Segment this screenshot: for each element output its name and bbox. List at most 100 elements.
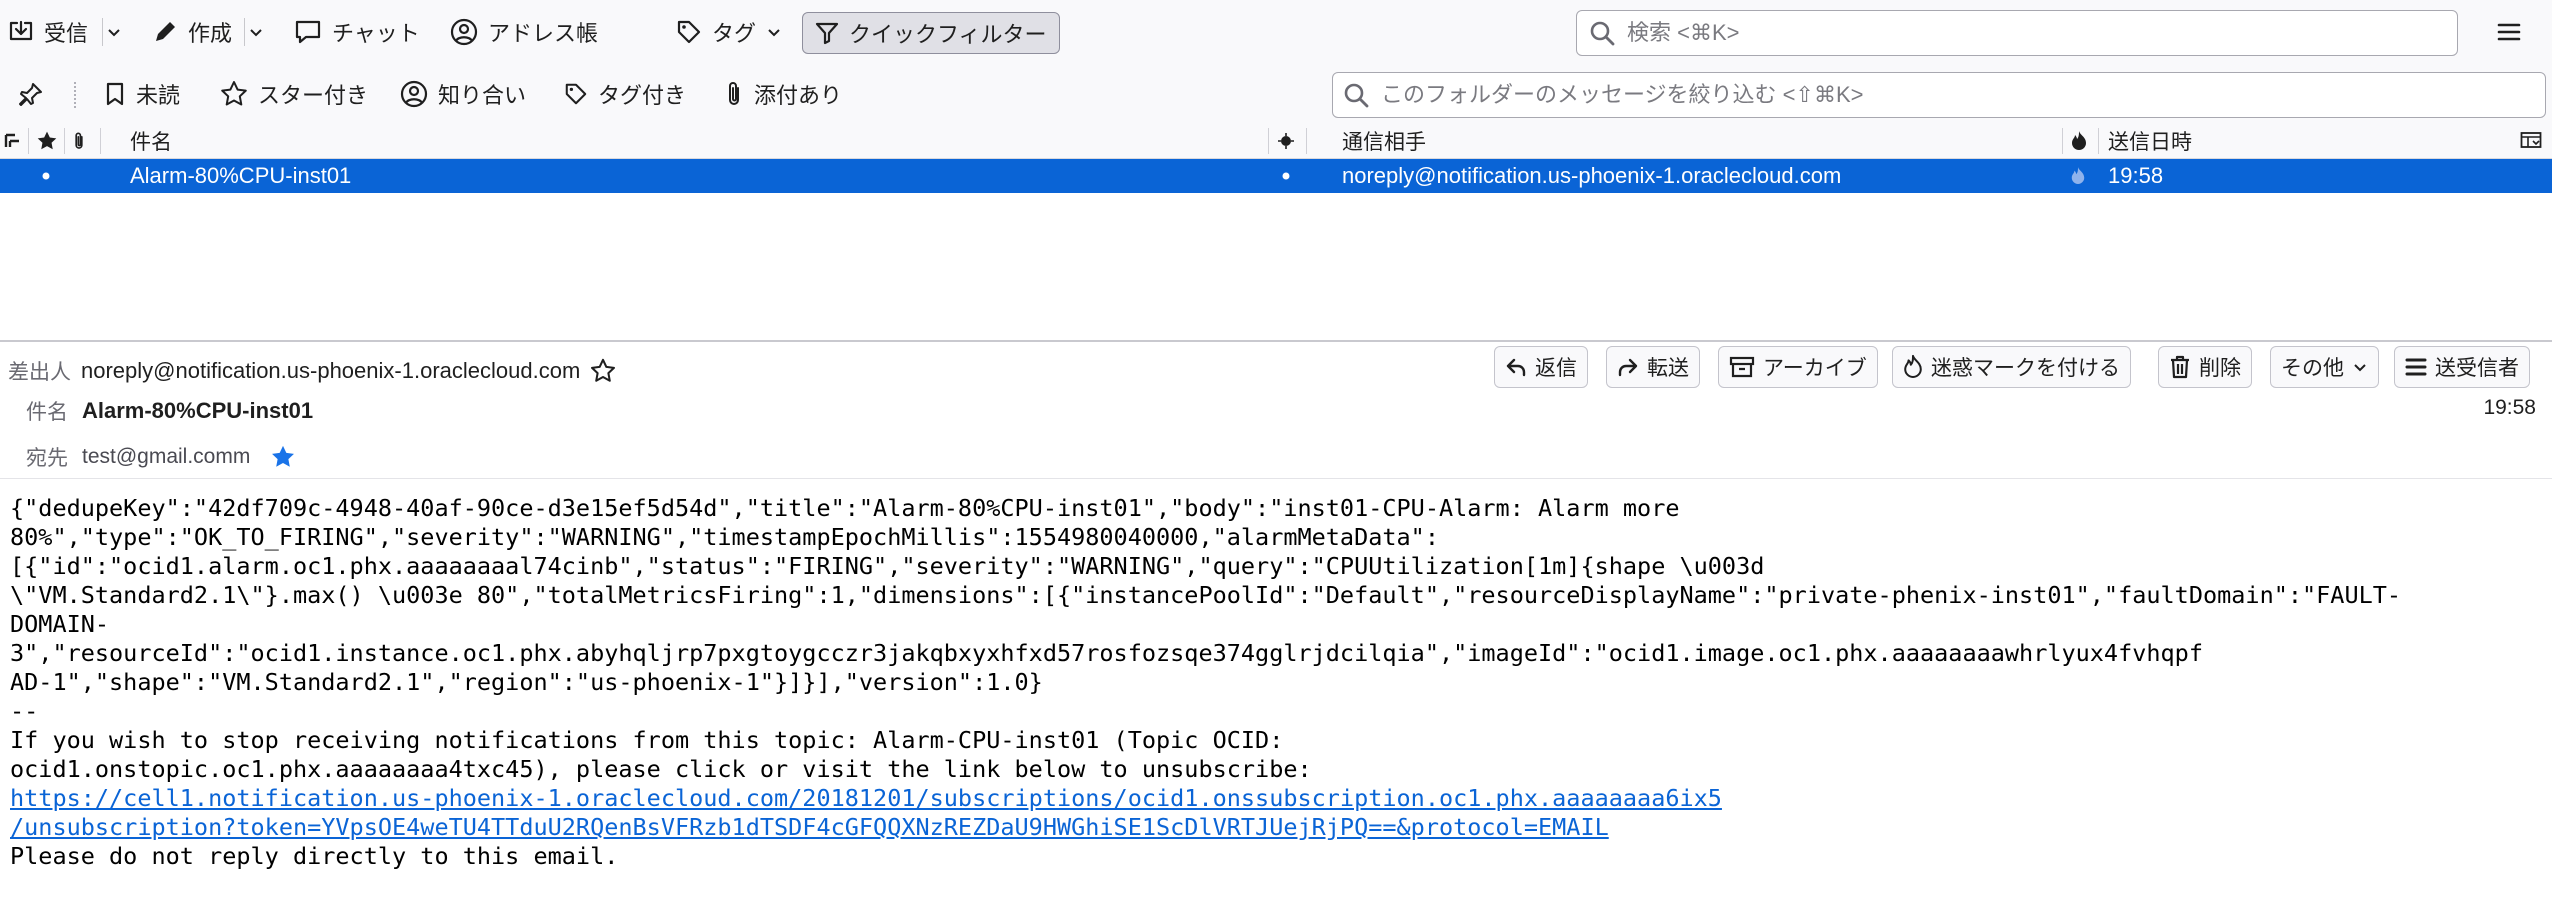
delete-label: 削除 <box>2199 357 2241 380</box>
filter-starred-button[interactable]: スター付き <box>220 74 368 114</box>
write-button[interactable]: 作成 <box>152 12 232 52</box>
toolbar-divider <box>244 18 245 46</box>
more-button[interactable]: その他 <box>2270 346 2379 388</box>
body-line: DOMAIN- <box>10 610 110 638</box>
write-dropdown[interactable] <box>248 12 264 52</box>
sender-label: 送受信者 <box>2435 357 2519 380</box>
filter-attachments-label: 添付あり <box>754 83 843 108</box>
chat-bubble-icon <box>294 19 322 45</box>
junk-column-header[interactable] <box>2070 124 2088 158</box>
search-icon <box>1589 20 1615 46</box>
to-label: 宛先 <box>26 447 68 470</box>
unsubscribe-link[interactable]: https://cell1.notification.us-phoenix-1.… <box>10 784 1722 841</box>
filter-contacts-button[interactable]: 知り合い <box>400 74 526 114</box>
column-divider <box>2098 128 2099 154</box>
star-icon[interactable] <box>270 444 296 470</box>
get-messages-button[interactable]: 受信 <box>8 12 88 52</box>
column-divider <box>28 128 29 154</box>
global-search-box[interactable] <box>1576 10 2458 56</box>
unsubscribe-link-line-1: https://cell1.notification.us-phoenix-1.… <box>10 784 1722 812</box>
download-tray-icon <box>8 19 34 45</box>
mark-junk-button[interactable]: 迷惑マークを付ける <box>1892 346 2131 388</box>
message-body: {"dedupeKey":"42df709c-4948-40af-90ce-d3… <box>10 494 2540 871</box>
date-column-header[interactable]: 送信日時 <box>2108 124 2192 158</box>
message-row[interactable]: Alarm-80%CPU-inst01 noreply@notification… <box>0 159 2552 193</box>
column-divider <box>100 128 101 154</box>
list-lines-icon <box>2405 356 2427 378</box>
contact-icon <box>400 80 428 108</box>
trash-icon <box>2169 354 2191 380</box>
tag-icon <box>564 82 588 106</box>
sticky-filter-toggle[interactable] <box>18 74 44 114</box>
app-menu-button[interactable] <box>2496 12 2522 52</box>
correspondent-column-label: 通信相手 <box>1342 131 1426 154</box>
flame-icon <box>2070 166 2086 186</box>
chevron-down-icon <box>106 24 122 40</box>
address-book-label: アドレス帳 <box>488 21 599 46</box>
get-messages-label: 受信 <box>44 21 89 46</box>
filter-tags-label: タグ付き <box>598 83 687 108</box>
tag-button[interactable]: タグ <box>676 12 782 52</box>
pencil-icon <box>152 19 178 45</box>
global-search-input[interactable] <box>1625 19 2457 47</box>
sender-button[interactable]: 送受信者 <box>2394 346 2530 388</box>
reply-arrow-icon <box>1505 356 1527 378</box>
column-divider <box>64 128 65 154</box>
filter-attachments-button[interactable]: 添付あり <box>724 74 842 114</box>
read-status-toggle[interactable] <box>1280 159 1292 193</box>
search-icon <box>1343 82 1369 108</box>
from-value[interactable]: noreply@notification.us-phoenix-1.oracle… <box>81 358 580 384</box>
subject-column-header[interactable]: 件名 <box>130 124 172 158</box>
pin-icon <box>18 81 44 107</box>
hamburger-menu-icon <box>2496 19 2522 45</box>
read-dot-icon <box>40 170 52 182</box>
message-correspondent: noreply@notification.us-phoenix-1.oracle… <box>1342 163 1842 188</box>
unread-column-header[interactable] <box>1276 124 1296 158</box>
from-label: 差出人 <box>8 361 71 384</box>
folder-filter-box[interactable] <box>1332 72 2546 118</box>
body-line: ocid1.onstopic.oc1.phx.aaaaaaaa4txc45), … <box>10 755 1312 783</box>
bookmark-icon <box>104 81 126 107</box>
pane-splitter[interactable] <box>0 340 2552 342</box>
chevron-down-icon <box>248 24 264 40</box>
to-row: 宛先 test@gmail.comm <box>26 442 296 472</box>
starred-column-header[interactable] <box>36 124 58 158</box>
archive-label: アーカイブ <box>1763 357 1867 380</box>
paperclip-icon <box>724 80 744 108</box>
from-row: 差出人 noreply@notification.us-phoenix-1.or… <box>8 356 616 386</box>
reply-button[interactable]: 返信 <box>1494 346 1588 388</box>
forward-button[interactable]: 転送 <box>1606 346 1700 388</box>
chat-button[interactable]: チャット <box>294 12 420 52</box>
message-subject: Alarm-80%CPU-inst01 <box>130 163 352 188</box>
star-icon[interactable] <box>590 358 616 384</box>
filter-unread-button[interactable]: 未読 <box>104 74 180 114</box>
quick-filter-button[interactable]: クイックフィルター <box>802 12 1060 54</box>
subject-row: 件名 Alarm-80%CPU-inst01 <box>26 396 313 426</box>
delete-button[interactable]: 削除 <box>2158 346 2252 388</box>
subject-value: Alarm-80%CPU-inst01 <box>82 398 314 423</box>
address-book-button[interactable]: アドレス帳 <box>450 12 598 52</box>
message-date: 19:58 <box>2108 163 2164 188</box>
archive-button[interactable]: アーカイブ <box>1718 346 1878 388</box>
filter-tags-button[interactable]: タグ付き <box>564 74 686 114</box>
read-dot-icon <box>1280 170 1292 182</box>
folder-filter-input[interactable] <box>1379 81 2545 109</box>
thread-column-header[interactable] <box>4 124 22 158</box>
tag-icon <box>676 19 702 45</box>
header-divider <box>0 478 2552 479</box>
body-line: [{"id":"ocid1.alarm.oc1.phx.aaaaaaaal74c… <box>10 552 1765 580</box>
correspondent-column-header[interactable]: 通信相手 <box>1342 124 1426 158</box>
attachment-column-header[interactable] <box>72 124 86 158</box>
quick-filter-label: クイックフィルター <box>849 22 1047 47</box>
to-value[interactable]: test@gmail.comm <box>82 445 250 469</box>
get-messages-dropdown[interactable] <box>106 12 122 52</box>
date-column-label: 送信日時 <box>2108 131 2192 154</box>
body-closing-line: Please do not reply directly to this ema… <box>10 842 619 870</box>
column-divider <box>1268 128 1269 154</box>
unread-indicator[interactable] <box>40 159 52 193</box>
tag-label: タグ <box>712 21 757 46</box>
junk-toggle[interactable] <box>2070 159 2086 193</box>
column-divider <box>2062 128 2063 154</box>
column-picker-button[interactable] <box>2520 124 2542 158</box>
unsubscribe-link-wrap: https://cell1.notification.us-phoenix-1.… <box>10 784 2540 842</box>
